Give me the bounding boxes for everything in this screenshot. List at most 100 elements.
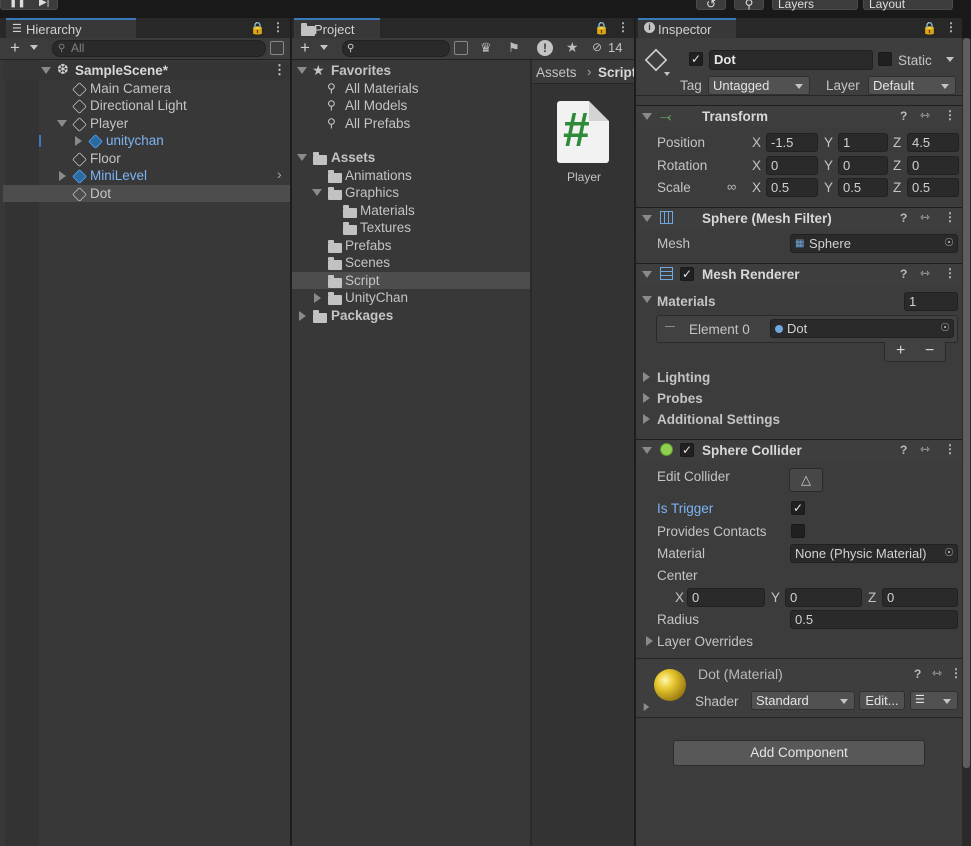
materials-expand-icon[interactable] [642,296,652,303]
help-icon[interactable]: ? [900,109,907,123]
axis-x-label[interactable]: X [752,158,761,173]
collapse-icon[interactable] [314,293,321,303]
kebab-menu-icon[interactable]: ⋮ [945,20,957,34]
collapse-icon[interactable] [59,171,66,181]
collapse-icon[interactable] [75,136,82,146]
layer-dropdown[interactable]: Default [868,76,956,95]
tab-inspector[interactable]: i Inspector [638,18,736,38]
folder-row[interactable]: Prefabs [292,237,530,255]
object-name-field[interactable]: Dot [709,50,873,70]
center-y-field[interactable]: 0 [785,588,862,607]
hidden-eye-icon[interactable]: ⊘ [592,40,602,54]
collapse-icon[interactable] [299,310,306,321]
scrollbar-thumb[interactable] [963,38,970,768]
expand-icon[interactable] [297,67,307,74]
provides-contacts-checkbox[interactable] [791,524,805,538]
expand-icon[interactable] [642,113,652,120]
kebab-menu-icon[interactable]: ⋮ [617,20,629,34]
probes-foldout[interactable]: Probes [657,391,703,406]
add-dropdown-icon[interactable] [320,45,328,50]
folder-row[interactable]: Animations [292,167,530,185]
packages-row[interactable]: Packages [292,307,530,325]
axis-x-label[interactable]: X [752,135,761,150]
scale-z-field[interactable]: 0.5 [907,178,959,197]
rotation-x-field[interactable]: 0 [766,156,818,175]
axis-x-label[interactable]: X [752,180,761,195]
kebab-menu-icon[interactable]: ⋮ [272,20,284,34]
scale-x-field[interactable]: 0.5 [766,178,818,197]
additional-settings-foldout[interactable]: Additional Settings [657,412,780,427]
materials-count-field[interactable]: 1 [904,292,958,311]
active-checkbox[interactable]: ✓ [689,52,703,66]
hierarchy-item-dot[interactable]: Dot [3,184,290,202]
hierarchy-item-floor[interactable]: Floor [3,150,290,168]
icon-dropdown-icon[interactable] [664,72,670,76]
axis-y-label[interactable]: Y [824,158,833,173]
tab-hierarchy[interactable]: ☰ Hierarchy [6,18,136,38]
hierarchy-item-minilevel[interactable]: MiniLevel › [3,166,290,185]
scene-menu-icon[interactable]: ⋮ [273,62,286,78]
collapse-icon[interactable] [643,393,650,403]
favorite-item[interactable]: ⚲ All Prefabs [292,115,530,133]
scene-row[interactable]: ❆ SampleScene* ⋮ [3,61,290,80]
preset-icon[interactable]: ⇿ [920,210,930,224]
expand-icon[interactable] [41,67,51,74]
lighting-foldout[interactable]: Lighting [657,370,710,385]
add-component-button[interactable]: Add Component [673,740,925,766]
axis-y-label[interactable]: Y [824,180,833,195]
axis-y-label[interactable]: Y [771,590,780,605]
search-mode-icon[interactable] [270,41,284,55]
favorites-row[interactable]: ★ Favorites [292,62,530,80]
hierarchy-search-input[interactable]: ⚲ All [52,40,266,57]
center-z-field[interactable]: 0 [882,588,958,607]
lock-icon[interactable]: 🔒 [922,21,937,35]
rotation-y-field[interactable]: 0 [838,156,888,175]
step-icon[interactable]: ▶| [39,0,49,8]
folder-row-selected[interactable]: Script [292,271,530,289]
add-icon[interactable]: + [300,38,310,58]
rotation-z-field[interactable]: 0 [907,156,959,175]
favorite-item[interactable]: ⚲ All Models [292,97,530,115]
layers-dropdown[interactable]: Layers [772,0,858,10]
edit-shader-button[interactable]: Edit... [859,691,905,710]
preset-icon[interactable]: ⇿ [920,442,930,456]
layout-dropdown[interactable]: Layout [863,0,953,10]
axis-z-label[interactable]: Z [868,590,876,605]
folder-row[interactable]: Scenes [292,254,530,272]
preset-icon[interactable]: ⇿ [920,108,930,122]
enabled-checkbox[interactable]: ✓ [680,267,694,281]
component-menu-icon[interactable]: ⋮ [944,266,956,280]
preset-icon[interactable]: ⇿ [932,666,942,680]
hierarchy-item-player[interactable]: Player [3,115,290,133]
breadcrumb-script[interactable]: Script [598,65,634,80]
position-z-field[interactable]: 4.5 [907,133,959,152]
static-checkbox[interactable] [878,52,892,66]
history-icon[interactable]: ↺ [696,0,726,10]
transform-header[interactable]: ⤙ Transform ? ⇿ ⋮ [636,105,962,127]
help-icon[interactable]: ? [900,267,907,281]
collapse-icon[interactable] [643,372,650,382]
material-object-field[interactable]: Dot ☉ [770,319,954,338]
is-trigger-checkbox[interactable]: ✓ [791,501,805,515]
axis-z-label[interactable]: Z [893,135,901,150]
expand-icon[interactable] [642,215,652,222]
enabled-checkbox[interactable]: ✓ [680,443,694,457]
component-menu-icon[interactable]: ⋮ [950,666,962,680]
mesh-renderer-header[interactable]: ✓ Mesh Renderer ? ⇿ ⋮ [636,263,962,285]
axis-y-label[interactable]: Y [824,135,833,150]
search-mode-icon[interactable] [454,41,468,55]
remove-element-button[interactable]: − [925,342,934,360]
component-menu-icon[interactable]: ⋮ [944,210,956,224]
expand-icon[interactable] [57,119,67,127]
radius-field[interactable]: 0.5 [790,610,958,629]
object-picker-icon[interactable]: ☉ [944,545,954,562]
tab-project[interactable]: Project [294,18,380,38]
folder-row[interactable]: Graphics [292,184,530,202]
help-icon[interactable]: ? [900,211,907,225]
physic-material-field[interactable]: None (Physic Material) ☉ [790,544,958,563]
star-icon[interactable]: ★ [566,39,579,56]
collapse-icon[interactable] [643,414,650,424]
scale-y-field[interactable]: 0.5 [838,178,888,197]
shader-options-dropdown[interactable]: ☰ [910,691,958,710]
breadcrumb-assets[interactable]: Assets [536,65,577,80]
